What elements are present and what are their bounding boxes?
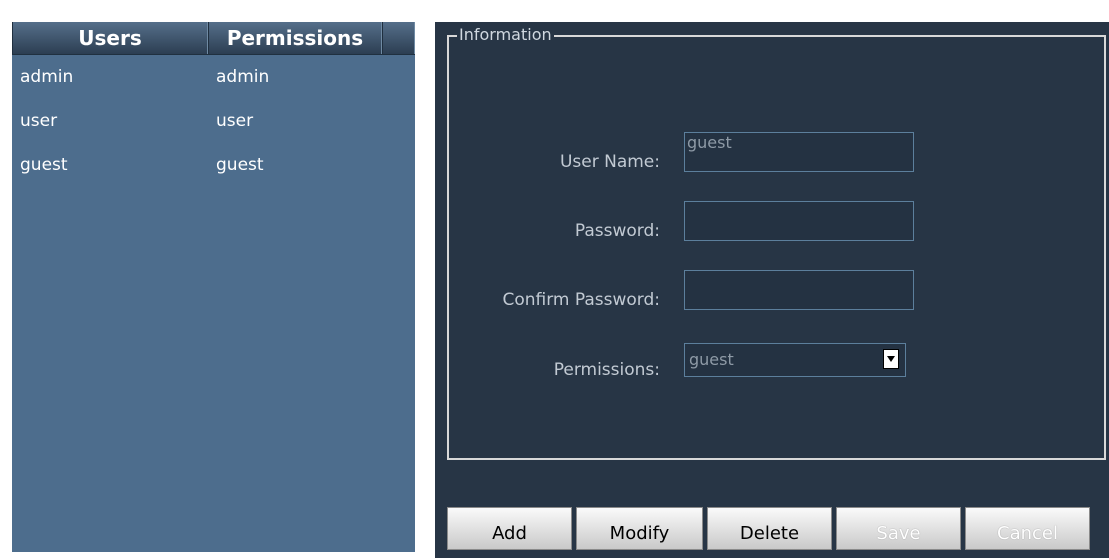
permissions-selected-value: guest [689, 350, 734, 369]
user-name-field[interactable]: guest [684, 132, 914, 172]
password-field[interactable] [684, 201, 914, 241]
add-button[interactable]: Add [447, 507, 572, 550]
user-row-user[interactable]: user user [12, 106, 415, 136]
user-name-cell: user [20, 111, 58, 131]
user-name-cell: admin [20, 67, 74, 87]
confirm-password-label: Confirm Password: [502, 290, 660, 310]
cancel-button[interactable]: Cancel [965, 507, 1090, 550]
delete-button[interactable]: Delete [707, 507, 832, 550]
column-header-permissions[interactable]: Permissions [208, 22, 382, 54]
user-permission-cell: guest [216, 155, 264, 175]
column-header-users[interactable]: Users [12, 22, 208, 54]
user-name-label: User Name: [559, 152, 660, 172]
user-list[interactable]: Users Permissions admin admin user user … [12, 22, 415, 552]
confirm-password-field[interactable] [684, 270, 914, 310]
list-header: Users Permissions [12, 22, 415, 55]
user-management-window: Users Permissions admin admin user user … [0, 0, 1109, 558]
details-panel: Information User Name: guest Password: C… [435, 22, 1109, 558]
user-row-admin[interactable]: admin admin [12, 62, 415, 92]
information-groupbox: Information User Name: guest Password: C… [447, 25, 1106, 460]
user-row-guest[interactable]: guest guest [12, 150, 415, 180]
information-legend: Information [457, 25, 554, 45]
dropdown-arrow-icon[interactable] [883, 349, 899, 369]
user-permission-cell: admin [216, 67, 270, 87]
user-name-cell: guest [20, 155, 68, 175]
column-header-spacer [382, 22, 415, 54]
password-label: Password: [574, 221, 660, 241]
modify-button[interactable]: Modify [576, 507, 703, 550]
permissions-select[interactable]: guest [684, 343, 906, 377]
save-button[interactable]: Save [836, 507, 961, 550]
user-permission-cell: user [216, 111, 254, 131]
permissions-label: Permissions: [553, 360, 660, 380]
